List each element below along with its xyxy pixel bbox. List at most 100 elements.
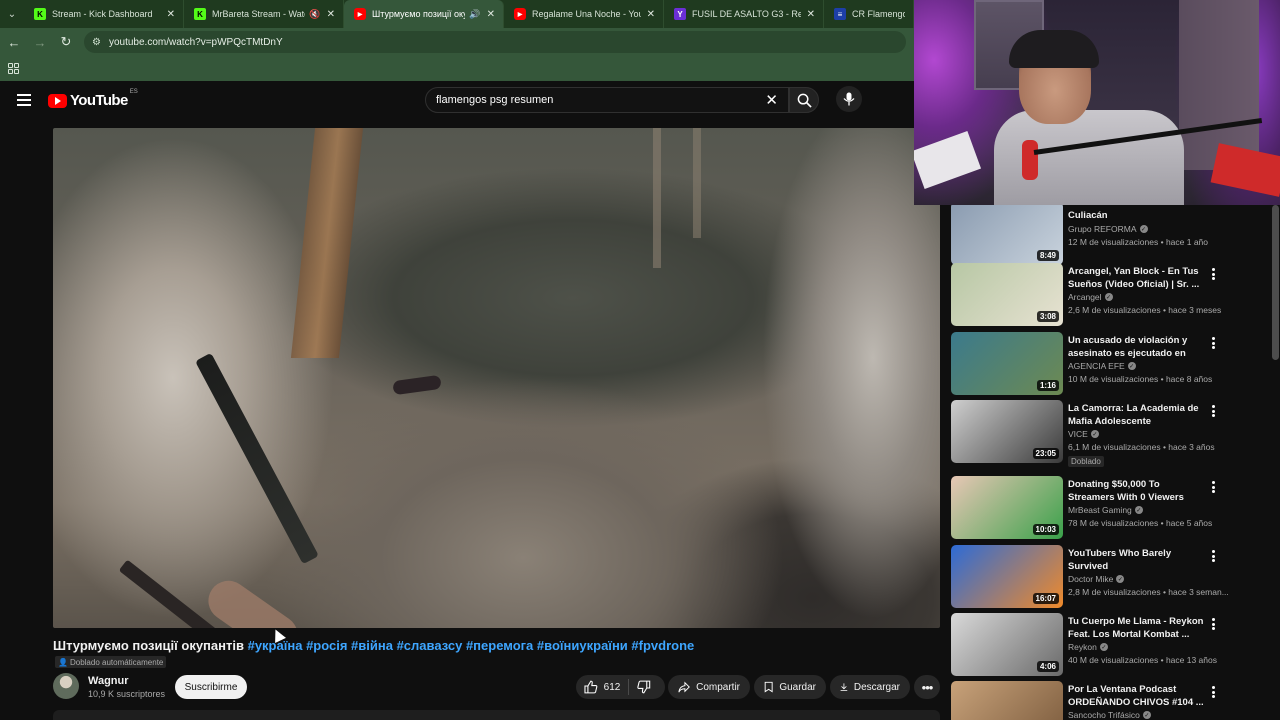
recommendation-title[interactable]: Culiacán [1068, 209, 1208, 222]
recommendation-meta: 12 M de visualizaciones • hace 1 año [1068, 237, 1209, 247]
recommendation-title[interactable]: Arcangel, Yan Block - En Tus Sueños (Vid… [1068, 265, 1208, 291]
like-icon[interactable] [584, 680, 598, 694]
recommendation-title[interactable]: Tu Cuerpo Me Llama - Reykon Feat. Los Mo… [1068, 615, 1208, 641]
recommendation-item[interactable]: Por La Ventana Podcast ORDEÑANDO CHIVOS … [950, 681, 1280, 720]
video-hashtags[interactable]: #україна #росія #війна #славазсу #перемо… [248, 638, 695, 653]
recommendation-title[interactable]: YouTubers Who Barely Survived [1068, 547, 1208, 573]
recommendation-title[interactable]: Un acusado de violación y asesinato es e… [1068, 334, 1208, 360]
recommendation-channel[interactable]: Arcangel ✓ [1068, 292, 1113, 302]
recommendation-item[interactable]: 1:16 Un acusado de violación y asesinato … [950, 332, 1280, 396]
video-thumbnail[interactable]: 8:49 [951, 205, 1063, 265]
more-vertical-icon[interactable] [1212, 686, 1216, 698]
recommendation-title[interactable]: Donating $50,000 To Streamers With 0 Vie… [1068, 478, 1208, 504]
video-thumbnail[interactable]: 4:06 [951, 613, 1063, 676]
muted-speaker-icon[interactable]: 🔇 [309, 9, 320, 20]
video-thumbnail[interactable]: 16:07 [951, 545, 1063, 608]
browser-tab[interactable]: Y FUSIL DE ASALTO G3 - Resultad ✕ [664, 0, 824, 28]
close-tab-icon[interactable]: ✕ [647, 9, 655, 20]
recommendation-item[interactable]: 4:06 Tu Cuerpo Me Llama - Reykon Feat. Lo… [950, 613, 1280, 677]
speaker-icon[interactable]: 🔊 [469, 9, 480, 20]
more-actions-button[interactable]: ••• [914, 675, 940, 699]
video-thumbnail[interactable]: 1:16 [951, 332, 1063, 395]
dubbed-badge: Doblado [1068, 456, 1104, 467]
recommendation-channel[interactable]: Grupo REFORMA ✓ [1068, 224, 1148, 234]
video-title: Штурмуємо позиції окупантів #україна #ро… [53, 638, 694, 653]
video-thumbnail[interactable]: 3:08 [951, 263, 1063, 326]
forward-arrow-icon[interactable]: → [28, 30, 52, 54]
share-button[interactable]: Compartir [668, 675, 750, 699]
tab-search-icon[interactable]: ⌄ [0, 0, 24, 28]
download-button[interactable]: Descargar [830, 675, 910, 699]
recommendation-channel[interactable]: Doctor Mike ✓ [1068, 574, 1125, 584]
recommendation-item[interactable]: 10:03 Donating $50,000 To Streamers With … [950, 476, 1280, 540]
more-vertical-icon[interactable] [1212, 268, 1216, 280]
like-count[interactable]: 612 [604, 682, 621, 693]
video-title-text: Штурмуємо позиції окупантів [53, 638, 244, 653]
video-player[interactable] [53, 128, 940, 628]
browser-tab[interactable]: K Stream - Kick Dashboard ✕ [24, 0, 184, 28]
more-vertical-icon[interactable] [1212, 618, 1216, 630]
reload-icon[interactable]: ↻ [54, 30, 78, 54]
recommendation-meta: 78 M de visualizaciones • hace 5 años [1068, 518, 1213, 528]
url-text: youtube.com/watch?v=pWPQcTMtDnY [108, 36, 283, 48]
recommendation-meta: 6,1 M de visualizaciones • hace 3 años [1068, 442, 1215, 452]
more-vertical-icon[interactable] [1212, 550, 1216, 562]
recommendation-channel[interactable]: MrBeast Gaming ✓ [1068, 505, 1143, 515]
browser-tab[interactable]: ▶ Штурмуємо позиції окупа 🔊 ✕ [344, 0, 504, 28]
recommendation-channel[interactable]: AGENCIA EFE ✓ [1068, 361, 1136, 371]
video-thumbnail[interactable]: 10:03 [951, 476, 1063, 539]
tab-favicon-icon: ≡ [834, 8, 846, 20]
clear-search-icon[interactable]: ✕ [765, 91, 778, 109]
recommendation-title[interactable]: La Camorra: La Academia de Mafia Adolesc… [1068, 402, 1208, 428]
description-box[interactable] [53, 710, 940, 720]
video-thumbnail[interactable] [951, 681, 1063, 720]
browser-tab[interactable]: K MrBareta Stream - Watch L 🔇 ✕ [184, 0, 344, 28]
youtube-logo[interactable]: YouTube ES [48, 89, 138, 109]
more-vertical-icon[interactable] [1212, 337, 1216, 349]
scrollbar-thumb[interactable] [1272, 205, 1279, 360]
recommendation-item[interactable]: 16:07 YouTubers Who Barely Survived Doctor… [950, 545, 1280, 609]
search-input[interactable]: flamengos psg resumen ✕ [425, 87, 789, 113]
close-tab-icon[interactable]: ✕ [807, 9, 815, 20]
more-vertical-icon[interactable] [1212, 481, 1216, 493]
url-field[interactable]: ⚙ youtube.com/watch?v=pWPQcTMtDnY [84, 31, 906, 53]
close-tab-icon[interactable]: ✕ [487, 9, 495, 20]
download-icon [840, 683, 848, 692]
verified-check-icon: ✓ [1127, 362, 1136, 370]
close-tab-icon[interactable]: ✕ [327, 9, 335, 20]
duration-badge: 3:08 [1036, 311, 1059, 322]
subscribe-button[interactable]: Suscribirme [175, 675, 247, 699]
tab-favicon-icon: Y [674, 8, 686, 20]
recommendation-item[interactable]: 8:49 Culiacán Grupo REFORMA ✓ 12 M de visual… [950, 205, 1280, 269]
channel-name[interactable]: Wagnur [88, 675, 129, 687]
dubbed-note: 👤 Doblado automáticamente [55, 656, 167, 668]
recommendation-channel[interactable]: Sancocho Trifásico ✓ [1068, 710, 1151, 720]
apps-grid-icon[interactable] [8, 63, 19, 74]
browser-tab[interactable]: ▶ Regalame Una Noche - YouTub ✕ [504, 0, 664, 28]
tab-favicon-icon: ▶ [354, 8, 366, 20]
more-vertical-icon[interactable] [1212, 405, 1216, 417]
save-button[interactable]: Guardar [754, 675, 826, 699]
recommendation-channel[interactable]: VICE ✓ [1068, 429, 1099, 439]
dub-person-icon: 👤 [58, 657, 68, 667]
recommendation-item[interactable]: 3:08 Arcangel, Yan Block - En Tus Sueños … [950, 263, 1280, 327]
menu-icon[interactable] [17, 94, 31, 106]
browser-tab[interactable]: ≡ CR Flamengo - Perfil [824, 0, 914, 28]
video-thumbnail[interactable]: 23:05 [951, 400, 1063, 463]
site-settings-icon[interactable]: ⚙ [92, 37, 101, 48]
duration-badge: 4:06 [1036, 661, 1059, 672]
search-button[interactable] [789, 87, 819, 113]
dislike-icon[interactable] [637, 680, 651, 694]
recommendation-item[interactable]: 23:05 La Camorra: La Academia de Mafia Ad… [950, 400, 1280, 467]
recommendation-title[interactable]: Por La Ventana Podcast ORDEÑANDO CHIVOS … [1068, 683, 1208, 709]
channel-name-text: Arcangel [1068, 292, 1102, 302]
screen: ⌄ K Stream - Kick Dashboard ✕ K MrBareta Str… [0, 0, 1280, 720]
recommendation-channel[interactable]: Reykon ✓ [1068, 642, 1108, 652]
channel-name-text: MrBeast Gaming [1068, 505, 1132, 515]
close-tab-icon[interactable]: ✕ [167, 9, 175, 20]
voice-search-button[interactable] [836, 86, 862, 112]
duration-badge: 1:16 [1036, 380, 1059, 391]
channel-avatar[interactable] [53, 673, 79, 699]
back-arrow-icon[interactable]: ← [2, 30, 26, 54]
share-icon [678, 681, 690, 693]
